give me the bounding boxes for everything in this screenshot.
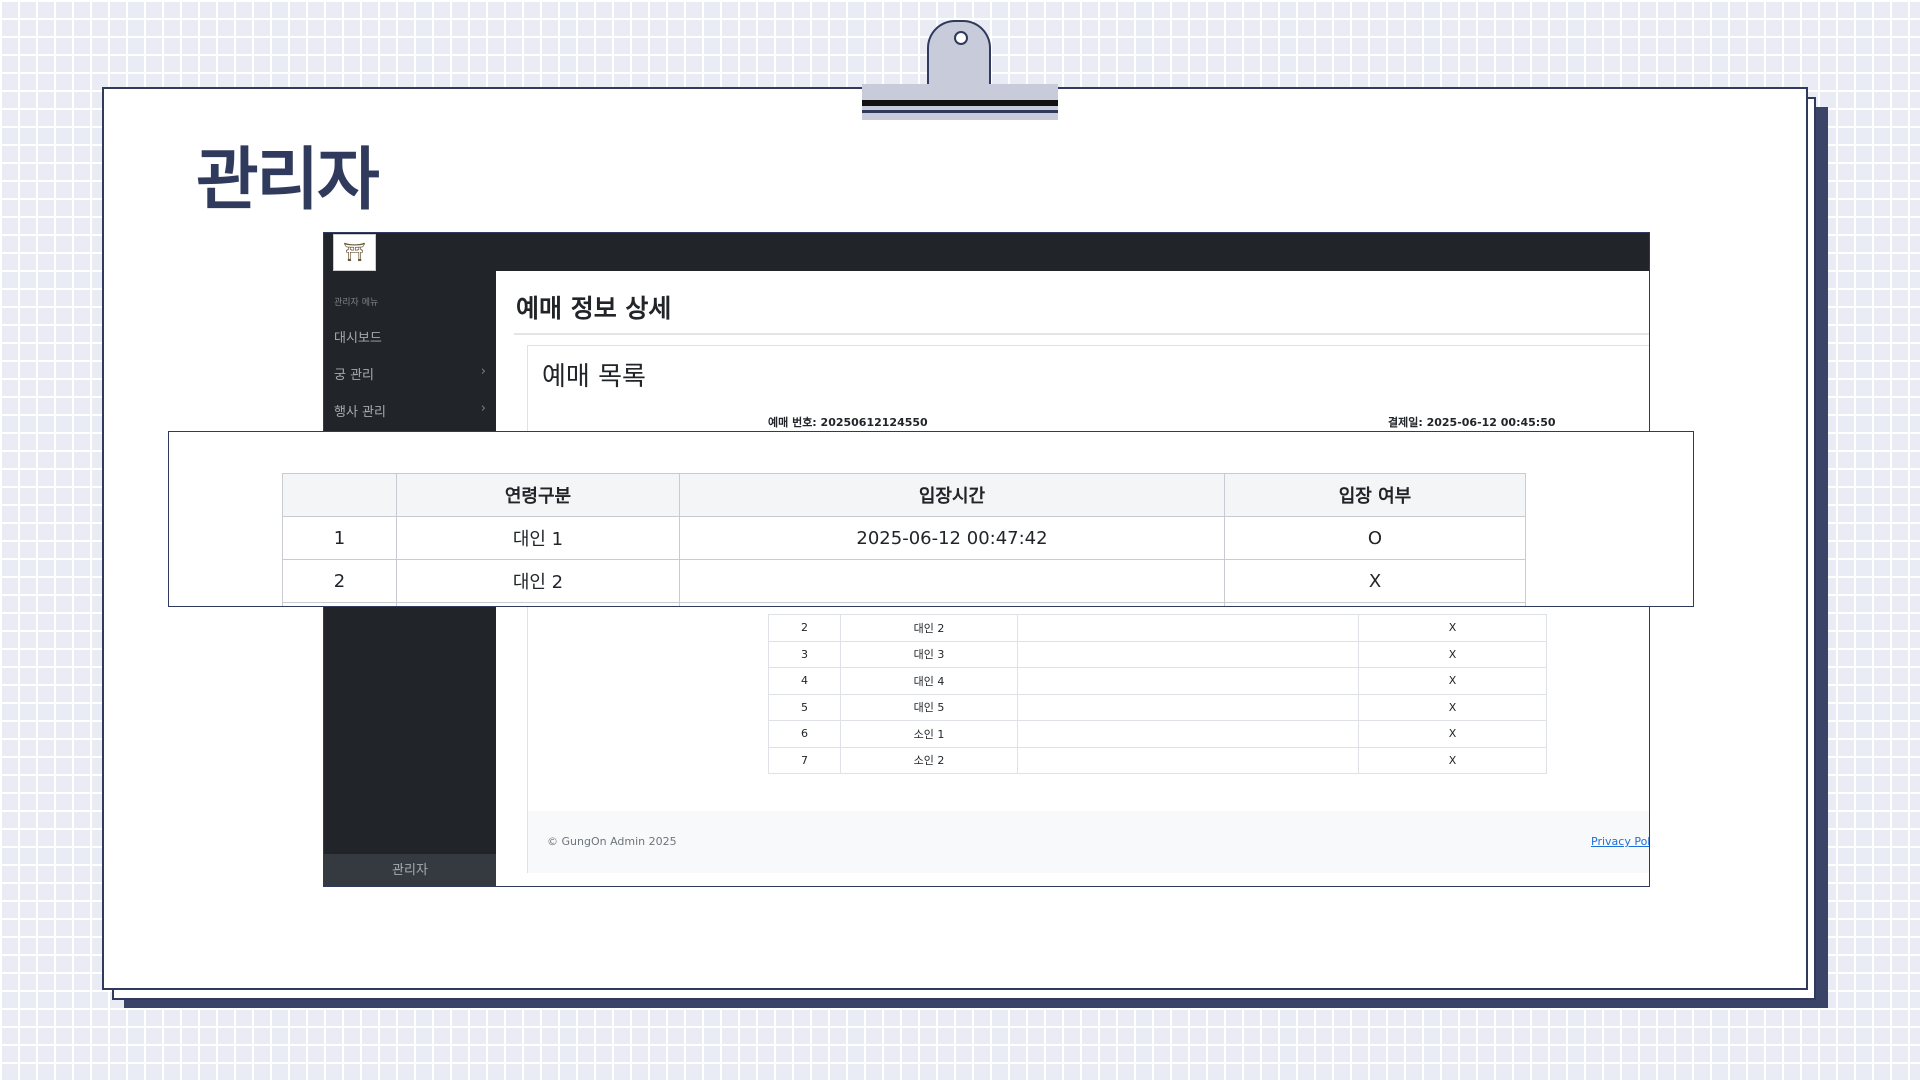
reservation-card: 예매 목록 예매 번호: 20250612124550 결제일: 2025-06…: [527, 345, 1649, 873]
header-no: [282, 473, 397, 517]
table-header-row: 연령구분 입장시간 입장 여부: [282, 473, 1526, 517]
cell-entered: X: [1358, 667, 1547, 695]
copyright-text: © GungOn Admin 2025: [547, 835, 677, 848]
sidebar-item-palace-management[interactable]: 궁 관리 ›: [334, 364, 486, 383]
cell-no: 6: [768, 720, 841, 748]
cell-no: 2: [768, 614, 841, 642]
table-row: 2 대인 2 X: [768, 614, 1547, 642]
table-row: 6 소인 1 X: [768, 720, 1547, 748]
zoomed-table-callout: 연령구분 입장시간 입장 여부 1 대인 1 2025-06-12 00:47:…: [168, 431, 1694, 607]
cell-entered: X: [1358, 693, 1547, 721]
page-title: 예매 정보 상세: [516, 294, 672, 323]
cell-entry-time: [1017, 640, 1359, 668]
cell-entered: X: [1358, 720, 1547, 748]
cell-no: 5: [768, 693, 841, 721]
header-age-type: 연령구분: [396, 473, 680, 517]
cell-age-type: 대인 2: [840, 614, 1018, 642]
cell-age-type: 대인 2: [396, 559, 680, 603]
slide-title: 관리자: [196, 141, 380, 220]
table-row-partial: [282, 602, 1526, 606]
table-row: 2 대인 2 X: [282, 559, 1526, 603]
cell-age-type: 대인 1: [396, 516, 680, 560]
sidebar-footer-user: 관리자: [324, 854, 496, 886]
ticket-table: 2 대인 2 X 3 대인 3 X 4 대인 4 X 5 대인 5 X 6 소인…: [768, 614, 1547, 774]
reservation-number: 예매 번호: 20250612124550: [768, 416, 928, 429]
cell-entry-time: [1017, 746, 1359, 774]
cell-entered: O: [1224, 516, 1526, 560]
payment-date: 결제일: 2025-06-12 00:45:50: [1388, 416, 1556, 429]
table-row: 7 소인 2 X: [768, 746, 1547, 774]
cell-no: 3: [768, 640, 841, 668]
card-title: 예매 목록: [542, 362, 646, 392]
table-row: 1 대인 1 2025-06-12 00:47:42 O: [282, 516, 1526, 560]
table-row: 4 대인 4 X: [768, 667, 1547, 695]
binder-clip-icon: [862, 20, 1058, 120]
cell-age-type: 소인 1: [840, 720, 1018, 748]
cell-entered: X: [1358, 640, 1547, 668]
cell-entry-time: [679, 559, 1225, 603]
chevron-right-icon: ›: [480, 401, 486, 416]
sidebar-item-event-management[interactable]: 행사 관리 ›: [334, 401, 486, 420]
cell-no: 2: [282, 559, 397, 603]
privacy-policy-link[interactable]: Privacy Polic: [1591, 835, 1649, 848]
cell-no: 1: [282, 516, 397, 560]
sidebar-heading: 관리자 메뉴: [334, 298, 379, 308]
palace-logo-icon[interactable]: ⛩: [333, 234, 376, 271]
sidebar-item-label: 궁 관리: [334, 368, 375, 383]
chevron-right-icon: ›: [480, 364, 486, 379]
cell-entry-time: [1017, 614, 1359, 642]
cell-entry-time: [1017, 693, 1359, 721]
cell-no: 7: [768, 746, 841, 774]
cell-no: 4: [768, 667, 841, 695]
cell-entered: X: [1224, 559, 1526, 603]
sidebar-item-label: 대시보드: [334, 331, 382, 346]
cell-age-type: 소인 2: [840, 746, 1018, 774]
header-entry-time: 입장시간: [679, 473, 1225, 517]
cell-entry-time: 2025-06-12 00:47:42: [679, 516, 1225, 560]
cell-entry-time: [1017, 720, 1359, 748]
table-row: 5 대인 5 X: [768, 693, 1547, 721]
table-row: 3 대인 3 X: [768, 640, 1547, 668]
cell-entered: X: [1358, 746, 1547, 774]
sidebar-item-label: 행사 관리: [334, 405, 386, 420]
card-footer: © GungOn Admin 2025 Privacy Polic: [528, 811, 1649, 873]
cell-age-type: 대인 3: [840, 640, 1018, 668]
cell-age-type: 대인 4: [840, 667, 1018, 695]
title-divider: [514, 333, 1649, 335]
sidebar-item-dashboard[interactable]: 대시보드: [334, 327, 486, 346]
admin-topbar: [324, 233, 1649, 271]
cell-entered: X: [1358, 614, 1547, 642]
zoomed-ticket-table: 연령구분 입장시간 입장 여부 1 대인 1 2025-06-12 00:47:…: [282, 473, 1526, 606]
cell-entry-time: [1017, 667, 1359, 695]
header-entered: 입장 여부: [1224, 473, 1526, 517]
cell-age-type: 대인 5: [840, 693, 1018, 721]
